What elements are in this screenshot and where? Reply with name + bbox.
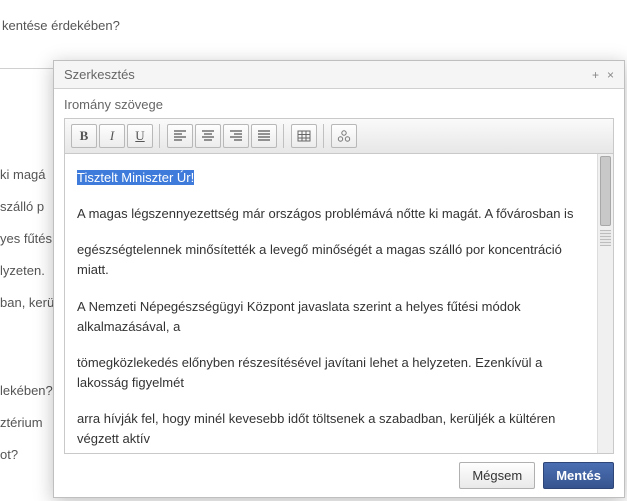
scrollbar[interactable] <box>597 154 613 453</box>
field-label: Iromány szövege <box>54 89 624 118</box>
dialog-titlebar[interactable]: Szerkesztés + × <box>54 61 624 89</box>
cancel-button[interactable]: Mégsem <box>459 462 535 489</box>
align-left-button[interactable] <box>167 124 193 148</box>
paragraph: egészségtelennek minősítették a levegő m… <box>77 240 585 280</box>
selected-text: Tisztelt Miniszter Úr! <box>77 170 194 185</box>
underline-button[interactable]: U <box>127 124 153 148</box>
close-icon[interactable]: × <box>607 69 614 81</box>
editor-toolbar: B I U <box>65 119 613 154</box>
scrollbar-thumb[interactable] <box>600 156 611 226</box>
scrollbar-grip <box>600 230 611 246</box>
italic-button[interactable]: I <box>99 124 125 148</box>
special-button[interactable] <box>331 124 357 148</box>
paragraph: tömegközlekedés előnyben részesítésével … <box>77 353 585 393</box>
divider <box>0 68 55 69</box>
save-button[interactable]: Mentés <box>543 462 614 489</box>
paragraph: A magas légszennyezettség már országos p… <box>77 204 585 224</box>
align-center-button[interactable] <box>195 124 221 148</box>
paragraph: A Nemzeti Népegészségügyi Központ javasl… <box>77 297 585 337</box>
maximize-icon[interactable]: + <box>592 69 599 81</box>
bg-text: kentése érdekében? <box>0 10 627 42</box>
edit-dialog: Szerkesztés + × Iromány szövege B I U <box>53 60 625 498</box>
bold-button[interactable]: B <box>71 124 97 148</box>
rich-text-editor: B I U <box>64 118 614 454</box>
dialog-title-text: Szerkesztés <box>64 67 135 82</box>
table-button[interactable] <box>291 124 317 148</box>
align-justify-button[interactable] <box>251 124 277 148</box>
align-right-button[interactable] <box>223 124 249 148</box>
paragraph: arra hívják fel, hogy minél kevesebb idő… <box>77 409 585 449</box>
editor-content[interactable]: Tisztelt Miniszter Úr! A magas légszenny… <box>65 154 597 453</box>
dialog-footer: Mégsem Mentés <box>54 454 624 497</box>
